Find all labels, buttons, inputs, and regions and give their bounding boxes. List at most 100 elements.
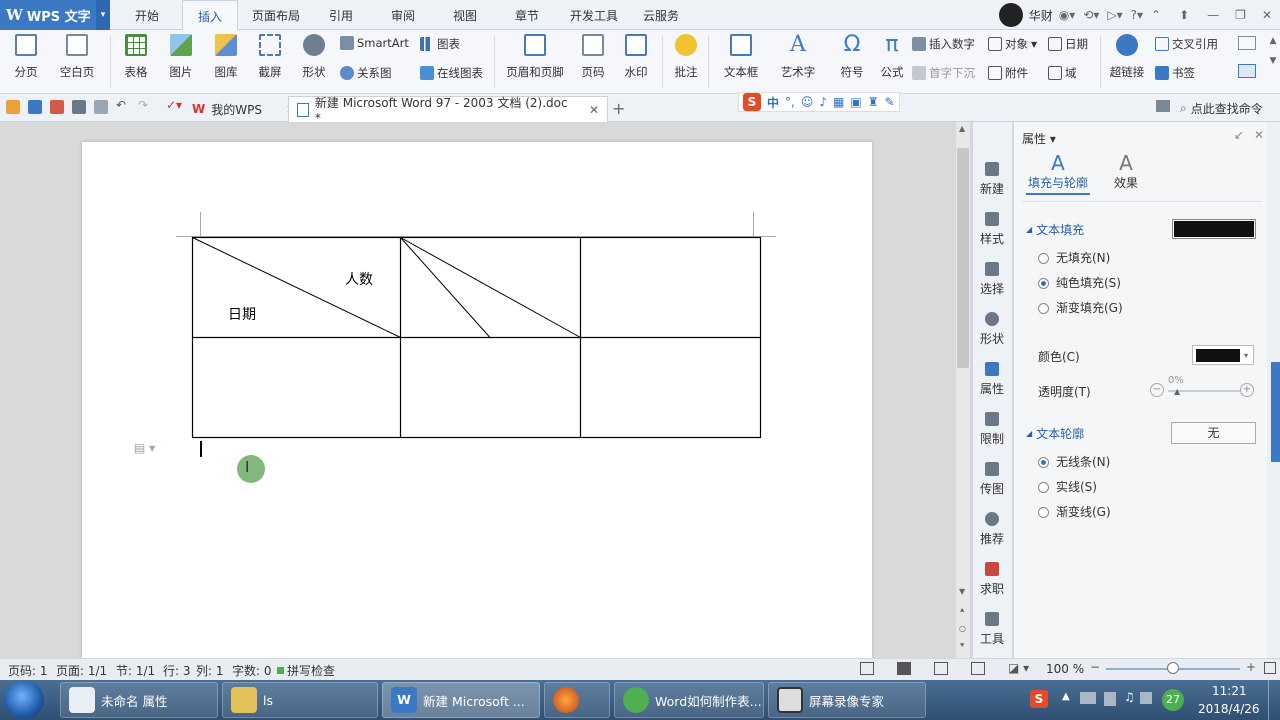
tab-chapter[interactable]: 章节 [504,0,550,30]
ime-mode-label[interactable]: 中 [767,94,779,111]
scroll-thumb[interactable] [957,148,969,368]
tab-my-wps[interactable]: W 我的WPS ✕ [184,96,304,122]
eye-protect-icon[interactable]: ◪ ▾ [1008,661,1029,675]
taskbar-item-recorder[interactable]: 屏幕录像专家 [768,682,926,718]
page-number-button[interactable]: 页码 [574,34,612,80]
user-name[interactable]: 华财 [1029,7,1053,24]
radio-button[interactable] [1038,253,1049,264]
vertical-scrollbar[interactable]: ▲ ▼ ⯅ ○ ⯆ [956,122,970,658]
sidebar-item-send-picture[interactable]: 传图 [972,462,1012,497]
paragraph-options-icon[interactable]: ▤ ▾ [134,441,155,455]
zoom-slider-thumb[interactable] [1167,662,1179,674]
radio-button[interactable] [1038,457,1049,468]
help-icon[interactable]: ?▾ [1131,8,1143,22]
solid-line-radio[interactable]: 实线(S) [1038,478,1097,495]
restore-up-icon[interactable]: ⬆ [1179,8,1189,22]
chevron-up-icon[interactable]: ▲ [959,124,965,133]
ribbon-scroll[interactable]: ▲ ▼ [1268,36,1278,88]
zoom-level[interactable]: 100 % [1046,662,1084,676]
status-words[interactable]: 字数: 0 [232,662,272,679]
table-button[interactable]: 表格 [118,34,154,80]
panel-scroll-thumb[interactable] [1271,362,1280,462]
ime-toolbar[interactable]: S 中 °, ☺ ♪ ▦ ▣ ♜ ✎ [738,92,900,112]
share-icon[interactable]: ▷▾ [1107,8,1122,22]
next-page-icon[interactable]: ⯆ [959,641,965,651]
sidebar-item-tools[interactable]: 工具 [972,612,1012,647]
skin-icon[interactable]: ◉▾ [1059,8,1076,22]
flag-tray-icon[interactable] [1104,692,1116,706]
blank-page-button[interactable]: 空白页 [52,34,102,80]
command-search[interactable]: ⌕ 点此查找命令 [1180,100,1263,117]
spell-check-toggle[interactable]: 拼写检查 [277,662,335,679]
outline-view-icon[interactable] [934,662,948,675]
cell-text-date[interactable]: 日期 [228,304,256,324]
radio-button[interactable] [1038,303,1049,314]
radio-button[interactable] [1038,482,1049,493]
fit-page-icon[interactable] [1264,662,1276,674]
sidebar-item-new[interactable]: 新建 [972,162,1012,197]
prev-page-icon[interactable]: ⯅ [959,606,965,616]
dropcap-button[interactable]: 首字下沉 [912,65,975,81]
sidebar-item-select[interactable]: 选择 [972,262,1012,297]
no-fill-radio[interactable]: 无填充(N) [1038,249,1110,266]
formula-button[interactable]: π 公式 [876,34,908,80]
tab-review[interactable]: 审阅 [380,0,426,30]
sidebar-item-properties[interactable]: 属性 [972,362,1012,397]
cross-reference-button[interactable]: 交叉引用 [1155,36,1218,52]
no-line-radio[interactable]: 无线条(N) [1038,453,1110,470]
open-folder-icon[interactable] [6,100,20,114]
shape-button[interactable]: 形状 [294,34,334,80]
zoom-out-icon[interactable]: − [1090,660,1100,674]
slider-thumb[interactable]: ▲ [1174,387,1180,396]
header-footer-button[interactable]: 页眉和页脚 [502,34,568,80]
plus-icon[interactable]: + [1240,383,1254,397]
taskbar-item-properties[interactable]: 未命名 属性 [60,682,218,718]
page-break-button[interactable]: 分页 [8,34,44,80]
close-icon[interactable]: ✕ [589,103,599,117]
sogou-icon[interactable]: S [743,93,761,111]
sync-icon[interactable]: ⟲▾ [1083,8,1099,22]
more-icon[interactable] [1238,36,1256,50]
shirt-icon[interactable]: ♜ [868,95,879,109]
radio-button[interactable] [1038,278,1049,289]
customize-icon[interactable]: ✓▾ [166,98,182,112]
wps-app-menu-button[interactable]: W WPS 文字 ▾ [0,0,110,30]
chevron-down-icon[interactable]: ▼ [959,587,965,596]
watermark-button[interactable]: 水印 [616,34,656,80]
comment-button[interactable]: 批注 [670,34,702,80]
panel-scrollbar[interactable] [1267,122,1280,658]
new-tab-icon[interactable]: + [612,99,625,118]
undo-icon[interactable]: ↶ [116,98,126,112]
bookmark-button[interactable]: 书签 [1155,65,1195,81]
close-icon[interactable]: ✕ [1262,8,1272,22]
text-outline-section[interactable]: ◢ 文本轮廓 [1026,425,1084,442]
volume-icon[interactable]: ♫ [1124,690,1135,704]
ribbon-collapse-icon[interactable]: ⌃ [1151,8,1161,22]
export-pdf-icon[interactable] [50,100,64,114]
picture-button[interactable]: 图片 [162,34,200,80]
more-icon[interactable] [1238,64,1256,78]
taskbar-item-wps[interactable]: W 新建 Microsoft ... [382,682,540,718]
avatar[interactable] [998,3,1023,27]
mic-icon[interactable]: ♪ [819,95,827,109]
date-button[interactable]: 日期 [1048,36,1088,52]
zoom-in-icon[interactable]: + [1246,660,1256,674]
sidebar-item-recommend[interactable]: 推荐 [972,512,1012,547]
tray-expand-icon[interactable]: ▲ [1062,691,1070,702]
maximize-icon[interactable]: ❐ [1235,8,1246,22]
clock-date[interactable]: 2018/4/26 [1198,702,1260,716]
wordart-button[interactable]: A 艺术字 [772,34,824,80]
wrench-icon[interactable]: ✎ [884,95,894,109]
tab-developer[interactable]: 开发工具 [564,0,624,30]
select-browse-icon[interactable]: ○ [959,624,966,633]
taskbar-item-browser[interactable] [544,682,610,718]
document-table[interactable] [190,235,764,441]
online-chart-button[interactable]: 在线图表 [420,65,483,81]
redo-icon[interactable]: ↷ [138,98,148,112]
punctuation-icon[interactable]: °, [785,95,795,109]
sidebar-item-restrict[interactable]: 限制 [972,412,1012,447]
relation-chart-button[interactable]: 关系图 [340,65,392,81]
transparency-slider[interactable]: − ▲ + 0% [1150,375,1258,400]
tray-badge[interactable]: 27 [1162,689,1184,711]
color-picker-dropdown[interactable]: ▾ [1192,345,1254,365]
